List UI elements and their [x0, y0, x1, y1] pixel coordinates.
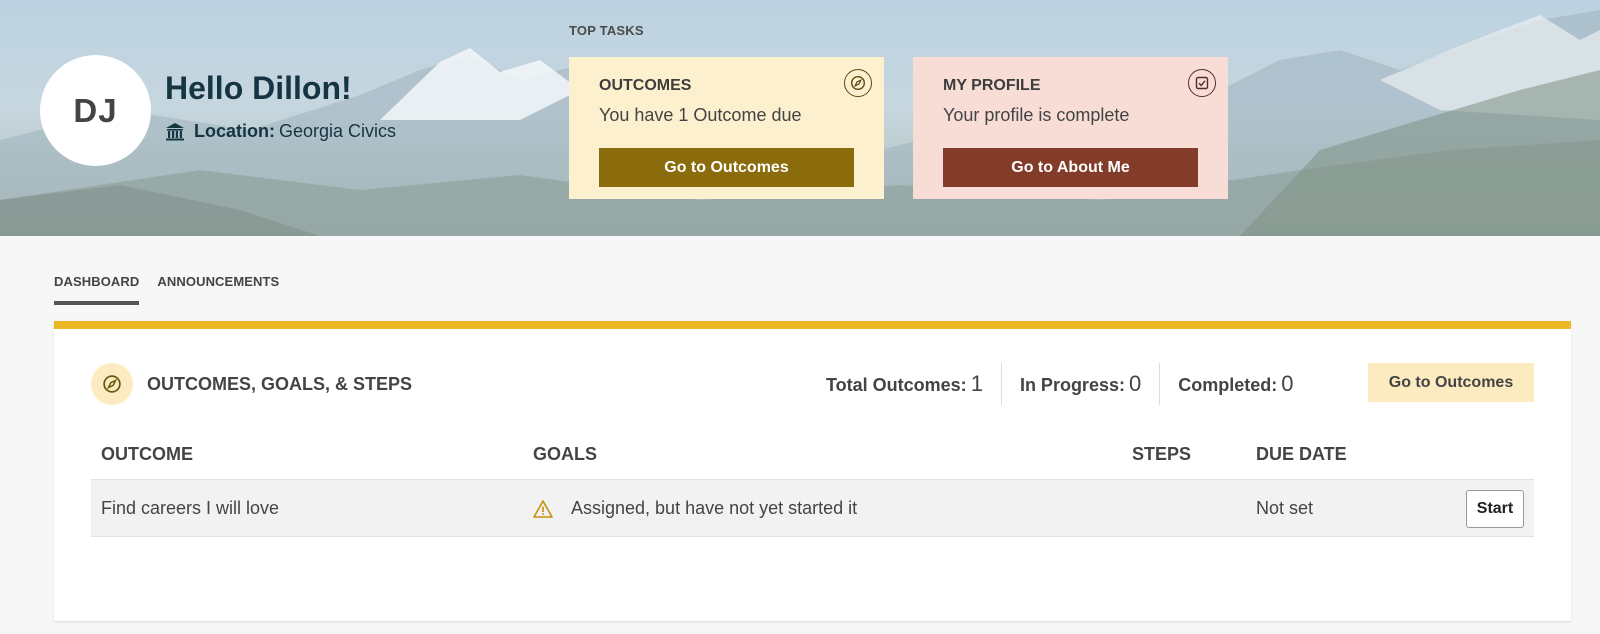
column-header-due-date: DUE DATE [1256, 444, 1347, 464]
building-icon [166, 122, 184, 140]
stat-value: 0 [1281, 371, 1294, 396]
outcomes-card-text: You have 1 Outcome due [599, 105, 802, 125]
profile-task-card: MY PROFILE Your profile is complete Go t… [913, 57, 1228, 199]
go-to-outcomes-button[interactable]: Go to Outcomes [599, 148, 854, 187]
stat-completed: Completed: 0 [1178, 371, 1293, 397]
stat-total-outcomes: Total Outcomes: 1 [826, 371, 983, 397]
go-to-about-me-button[interactable]: Go to About Me [943, 148, 1198, 187]
stat-value: 1 [970, 371, 983, 396]
panel-title: OUTCOMES, GOALS, & STEPS [147, 374, 413, 394]
warning-icon [533, 499, 553, 518]
compass-icon [844, 69, 872, 97]
outcomes-task-card: OUTCOMES You have 1 Outcome due Go to Ou… [569, 57, 884, 199]
avatar: DJ [40, 55, 151, 166]
start-button[interactable]: Start [1466, 490, 1524, 528]
table-header: OUTCOME GOALS STEPS DUE DATE [91, 444, 1534, 474]
cell-goals: Assigned, but have not yet started it [533, 498, 857, 519]
checkbox-icon [1188, 69, 1216, 97]
column-header-outcome: OUTCOME [101, 444, 193, 464]
tab-dashboard[interactable]: DASHBOARD [54, 270, 140, 305]
outcomes-panel: OUTCOMES, GOALS, & STEPS Total Outcomes:… [54, 321, 1571, 621]
outcome-stats: Total Outcomes: 1 In Progress: 0 Completed… [826, 363, 1293, 405]
profile-card-title: MY PROFILE [943, 77, 1041, 94]
column-header-steps: STEPS [1132, 444, 1192, 464]
stat-label: In Progress: [1019, 375, 1125, 395]
compass-icon [91, 363, 133, 405]
location-label: Location: [194, 121, 275, 141]
table-row: Find careers I will love Assigned, but h… [91, 479, 1534, 537]
outcomes-card-title: OUTCOMES [599, 77, 692, 94]
greeting-title: Hello Dillon! [165, 70, 352, 106]
stat-divider [1159, 363, 1161, 405]
tab-announcements[interactable]: ANNOUNCEMENTS [157, 270, 279, 305]
panel-go-to-outcomes-button[interactable]: Go to Outcomes [1368, 363, 1534, 402]
avatar-initials: DJ [73, 91, 118, 129]
stat-label: Completed: [1178, 375, 1278, 395]
location-line: Location: Georgia Civics [165, 121, 396, 142]
stat-value: 0 [1128, 371, 1142, 396]
goal-status-text: Assigned, but have not yet started it [571, 498, 858, 518]
column-header-goals: GOALS [533, 444, 598, 464]
stat-label: Total Outcomes: [826, 375, 967, 395]
tab-bar: DASHBOARD ANNOUNCEMENTS [54, 270, 297, 305]
cell-outcome: Find careers I will love [101, 498, 280, 518]
top-tasks-label: TOP TASKS [569, 23, 644, 38]
stat-in-progress: In Progress: 0 [1020, 371, 1141, 397]
hero-banner: DJ Hello Dillon! Location: Georgia Civic… [0, 0, 1600, 236]
stat-divider [1000, 363, 1002, 405]
profile-card-text: Your profile is complete [943, 105, 1130, 125]
cell-due-date: Not set [1256, 498, 1314, 518]
location-value: Georgia Civics [279, 121, 397, 141]
